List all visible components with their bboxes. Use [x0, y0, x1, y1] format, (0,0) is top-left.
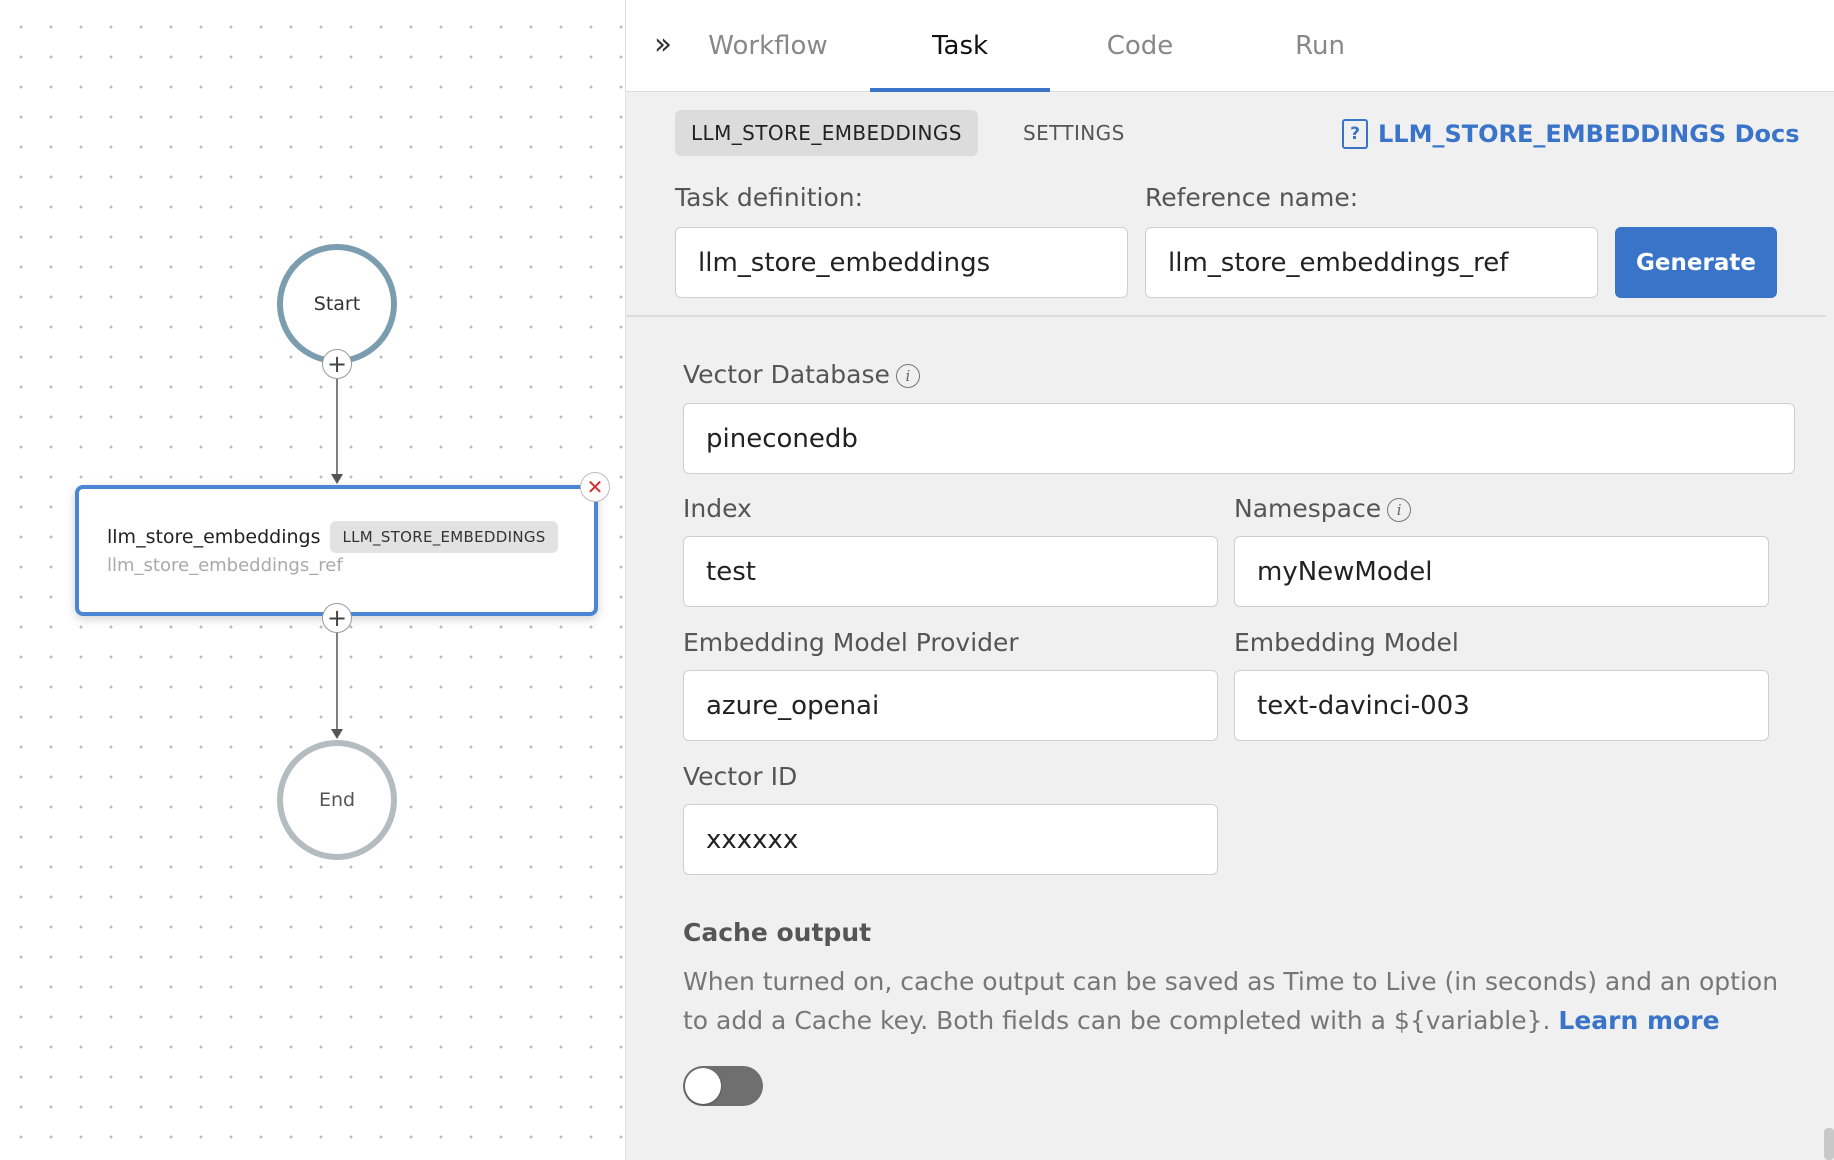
index-input[interactable]: [683, 536, 1218, 607]
chip-task-type[interactable]: LLM_STORE_EMBEDDINGS: [675, 110, 978, 156]
embedding-model-input[interactable]: [1234, 670, 1769, 741]
task-subnav: LLM_STORE_EMBEDDINGS SETTINGS ? LLM_STOR…: [626, 108, 1834, 158]
end-node-label: End: [318, 789, 356, 811]
workflow-editor: Start + llm_store_embeddings LLM_STORE_E…: [0, 0, 1834, 1160]
embedding-model-provider-input[interactable]: [683, 670, 1218, 741]
edge-arrow-2: [331, 729, 343, 739]
task-node-type-badge: LLM_STORE_EMBEDDINGS: [330, 521, 558, 553]
workflow-canvas[interactable]: Start + llm_store_embeddings LLM_STORE_E…: [0, 0, 625, 1160]
vector-database-input[interactable]: [683, 403, 1795, 474]
embedding-model-provider-label: Embedding Model Provider: [683, 628, 1019, 657]
namespace-label: Namespace i: [1234, 494, 1412, 523]
panel-tabs: ›› Workflow Task Code Run: [626, 0, 1834, 92]
start-node-label: Start: [313, 293, 361, 315]
tab-run[interactable]: Run: [1230, 0, 1410, 92]
cache-output-title: Cache output: [683, 918, 872, 947]
info-icon[interactable]: i: [895, 364, 920, 388]
docs-link[interactable]: ? LLM_STORE_EMBEDDINGS Docs: [1342, 116, 1800, 152]
vector-id-label: Vector ID: [683, 762, 798, 791]
info-icon[interactable]: i: [1387, 498, 1412, 522]
learn-more-link[interactable]: Learn more: [1558, 1006, 1719, 1035]
task-node-name: llm_store_embeddings: [107, 526, 321, 548]
panel-scrollbar[interactable]: [1824, 1128, 1834, 1160]
start-node[interactable]: Start: [277, 244, 397, 364]
add-task-button-2[interactable]: +: [322, 603, 352, 633]
task-definition-input[interactable]: [675, 227, 1128, 298]
delete-task-button[interactable]: ✕: [580, 472, 610, 502]
tab-task[interactable]: Task: [870, 0, 1050, 92]
plus-icon: +: [326, 350, 348, 378]
task-node-llm-store-embeddings[interactable]: llm_store_embeddings LLM_STORE_EMBEDDING…: [75, 485, 598, 616]
plus-icon: +: [326, 604, 348, 632]
section-divider: [626, 315, 1826, 317]
close-icon: ✕: [586, 475, 604, 499]
cache-output-toggle[interactable]: [683, 1066, 763, 1106]
task-node-header: llm_store_embeddings LLM_STORE_EMBEDDING…: [107, 521, 566, 553]
index-label: Index: [683, 494, 752, 523]
embedding-model-label: Embedding Model: [1234, 628, 1459, 657]
generate-button[interactable]: Generate: [1615, 227, 1777, 298]
end-node[interactable]: End: [277, 740, 397, 860]
vector-database-label-text: Vector Database: [683, 360, 890, 389]
help-book-icon: ?: [1342, 119, 1368, 149]
reference-name-label: Reference name:: [1145, 183, 1359, 212]
edge-arrow-1: [331, 474, 343, 484]
collapse-panel-icon[interactable]: ››: [642, 26, 678, 62]
task-panel: ›› Workflow Task Code Run LLM_STORE_EMBE…: [625, 0, 1834, 1160]
chip-settings[interactable]: SETTINGS: [1007, 110, 1141, 156]
tab-code[interactable]: Code: [1050, 0, 1230, 92]
task-node-ref: llm_store_embeddings_ref: [107, 555, 343, 576]
namespace-input[interactable]: [1234, 536, 1769, 607]
task-definition-label: Task definition:: [675, 183, 864, 212]
add-task-button-1[interactable]: +: [322, 349, 352, 379]
reference-name-input[interactable]: [1145, 227, 1598, 298]
namespace-label-text: Namespace: [1234, 494, 1382, 523]
cache-output-description: When turned on, cache output can be save…: [683, 962, 1803, 1040]
vector-id-input[interactable]: [683, 804, 1218, 875]
docs-link-label: LLM_STORE_EMBEDDINGS Docs: [1378, 120, 1800, 148]
toggle-knob: [685, 1068, 721, 1104]
tab-workflow[interactable]: Workflow: [678, 0, 858, 92]
vector-database-label: Vector Database i: [683, 360, 920, 389]
